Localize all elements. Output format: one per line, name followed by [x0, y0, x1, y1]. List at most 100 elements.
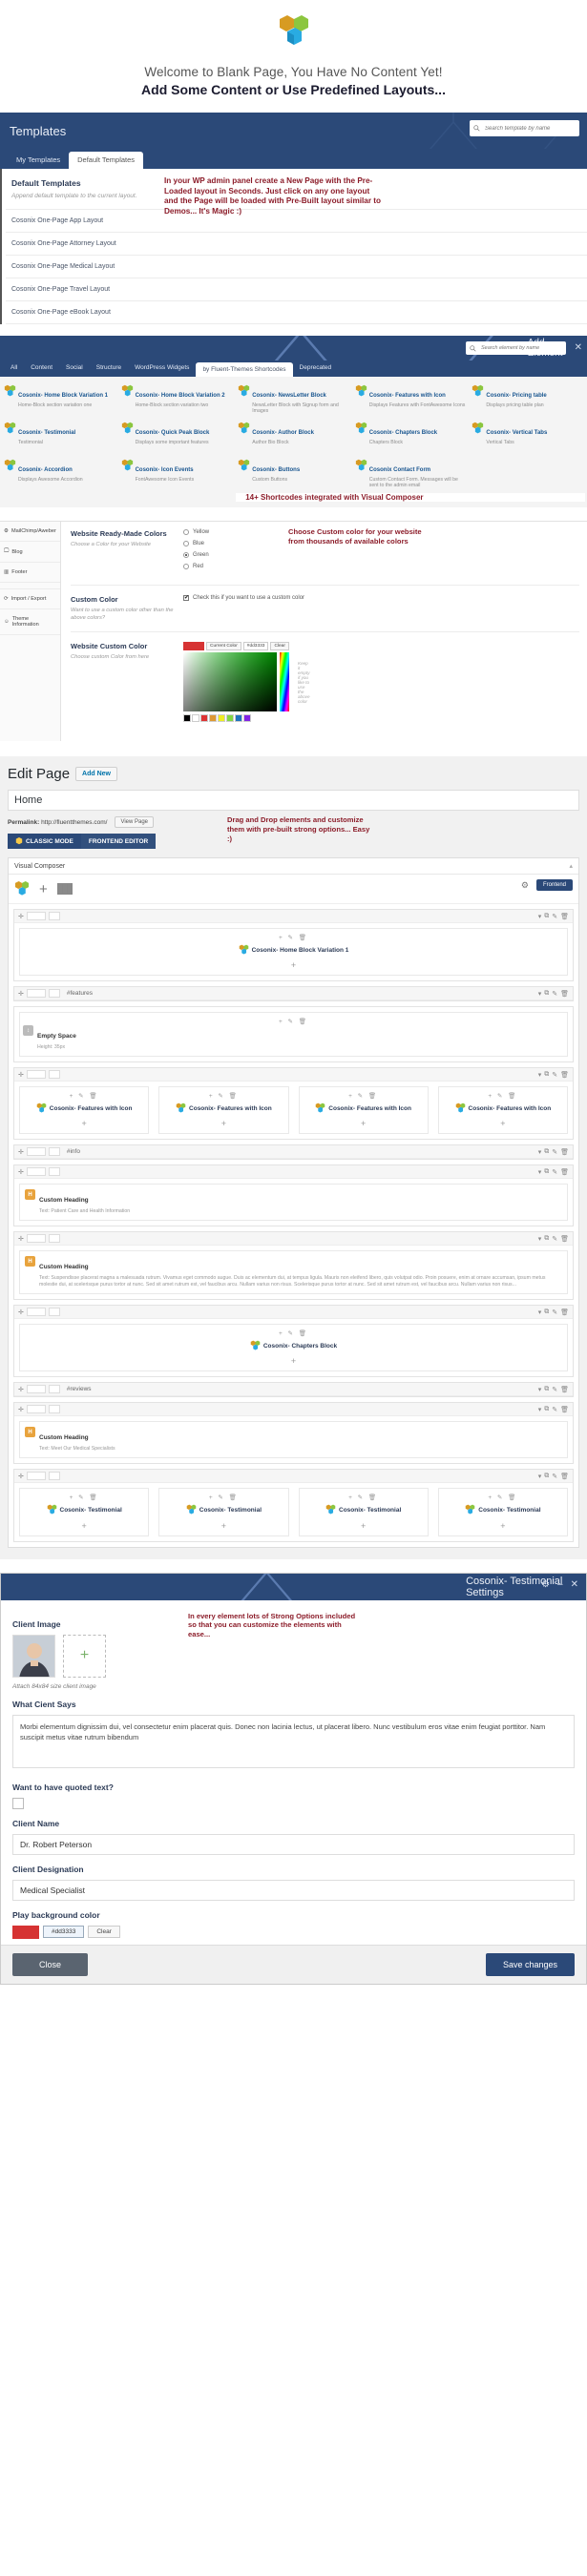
edit-icon[interactable]: ✎	[552, 1168, 557, 1176]
gear-icon[interactable]: ⚙	[521, 880, 529, 891]
clear-color-button[interactable]: Clear	[270, 642, 289, 651]
chevron-down-icon[interactable]: ▾	[538, 1386, 542, 1393]
close-icon[interactable]: ✕	[575, 342, 582, 353]
chevron-down-icon[interactable]: ▾	[538, 1406, 542, 1413]
vc-element[interactable]: + ✎ 🗑 Cosonix- Testimonial +	[437, 1488, 568, 1536]
column-layout-icon[interactable]	[48, 1385, 60, 1394]
column-layout-icon[interactable]	[48, 912, 60, 921]
copy-icon[interactable]: ⧉	[544, 1235, 549, 1243]
shortcode-item[interactable]: Cosonix- Home Block Variation 1 Home-Bloc…	[2, 381, 117, 418]
vc-element[interactable]: + ✎ 🗑 Cosonix- Testimonial +	[298, 1488, 429, 1536]
template-search-input[interactable]	[483, 124, 576, 133]
edit-icon[interactable]: ✎	[552, 1309, 557, 1316]
element-tools[interactable]: + ✎ 🗑	[303, 1092, 425, 1100]
plus-icon[interactable]: +	[303, 1119, 425, 1128]
chevron-down-icon[interactable]: ▾	[538, 1168, 542, 1176]
client-name-input[interactable]	[12, 1833, 575, 1855]
plus-icon[interactable]: +	[442, 1119, 564, 1128]
vc-element[interactable]: H Custom Heading Text: Suspendisse placera…	[19, 1250, 568, 1295]
client-image-thumbnail[interactable]	[12, 1634, 55, 1678]
column-layout-icon[interactable]	[26, 1385, 46, 1394]
tab-deprecated[interactable]: Deprecated	[293, 361, 339, 377]
save-changes-button[interactable]: Save changes	[485, 1952, 575, 1976]
delete-icon[interactable]: 🗑	[560, 1309, 569, 1316]
column-layout-icon[interactable]	[26, 989, 46, 999]
column-layout-icon[interactable]	[48, 1308, 60, 1317]
template-row[interactable]: Cosonix One-Page Medical Layout	[6, 255, 587, 278]
shortcode-item[interactable]: Cosonix- Vertical Tabs Vertical Tabs	[470, 419, 585, 455]
permalink-url[interactable]: http://fluentthemes.com/	[41, 819, 107, 826]
shortcode-item[interactable]: Cosonix- Chapters Block Chapters Block	[352, 419, 469, 455]
column-layout-icon[interactable]	[26, 1405, 46, 1414]
drag-handle-icon[interactable]: ✛	[18, 990, 24, 998]
shortcode-item[interactable]: Cosonix- Home Block Variation 2 Home-Bloc…	[118, 381, 235, 418]
column-layout-icon[interactable]	[26, 1147, 46, 1157]
color-swatch[interactable]	[200, 714, 208, 723]
column-layout-icon[interactable]	[48, 1234, 60, 1244]
drag-handle-icon[interactable]: ✛	[18, 1235, 24, 1243]
element-tools[interactable]: + ✎ 🗑	[303, 1494, 425, 1501]
delete-icon[interactable]: 🗑	[560, 990, 569, 998]
edit-icon[interactable]: ✎	[552, 1235, 557, 1243]
page-title-input[interactable]: Home	[8, 790, 579, 812]
vc-element[interactable]: + ✎ 🗑 Cosonix- Features with Icon +	[19, 1086, 150, 1135]
view-page-button[interactable]: View Page	[115, 816, 155, 829]
shortcode-item[interactable]: Cosonix- Testimonial Testimonial	[2, 419, 117, 455]
tab-fluent-themes-shortcodes[interactable]: by Fluent-Themes Shortcodes	[196, 362, 293, 377]
copy-icon[interactable]: ⧉	[544, 1309, 549, 1316]
chevron-down-icon[interactable]: ▾	[538, 1309, 542, 1316]
element-tools[interactable]: + ✎ 🗑	[23, 1494, 145, 1501]
classic-mode-button[interactable]: CLASSIC MODE	[8, 834, 81, 850]
chevron-down-icon[interactable]: ▾	[538, 913, 542, 920]
column-layout-icon[interactable]	[48, 1147, 60, 1157]
template-search[interactable]	[470, 120, 579, 136]
element-tools[interactable]: + ✎ 🗑	[162, 1092, 284, 1100]
radio-green[interactable]: Green	[183, 552, 579, 558]
color-swatch[interactable]	[183, 714, 191, 723]
delete-icon[interactable]: 🗑	[560, 1148, 569, 1156]
tab-all[interactable]: All	[4, 361, 24, 377]
template-row[interactable]: Cosonix One-Page Travel Layout	[6, 278, 587, 300]
copy-icon[interactable]: ⧉	[544, 1473, 549, 1480]
color-swatch[interactable]	[226, 714, 234, 723]
shortcode-item[interactable]: Cosonix- Features with Icon Displays Feat…	[352, 381, 469, 418]
column-layout-icon[interactable]	[48, 1405, 60, 1414]
column-layout-icon[interactable]	[26, 1308, 46, 1317]
plus-icon[interactable]: +	[162, 1119, 284, 1128]
tab-social[interactable]: Social	[59, 361, 90, 377]
plus-icon[interactable]: +	[23, 960, 564, 970]
edit-icon[interactable]: ✎	[552, 1406, 557, 1413]
color-picker[interactable]: Current Color #dd3333 Clear Keep it empt…	[183, 642, 310, 723]
drag-handle-icon[interactable]: ✛	[18, 1168, 24, 1176]
plus-icon[interactable]: +	[162, 1521, 284, 1531]
what-client-says-textarea[interactable]: Morbi elementum dignissim dui, vel conse…	[12, 1714, 575, 1768]
vc-element[interactable]: + ✎ 🗑 Cosonix- Testimonial +	[19, 1488, 150, 1536]
frontend-button[interactable]: Frontend	[535, 879, 573, 892]
add-new-button[interactable]: Add New	[75, 767, 117, 782]
element-tools[interactable]: + ✎ 🗑	[23, 1329, 564, 1337]
drag-handle-icon[interactable]: ✛	[18, 1473, 24, 1480]
delete-icon[interactable]: 🗑	[560, 913, 569, 920]
drag-handle-icon[interactable]: ✛	[18, 913, 24, 920]
shortcode-item[interactable]: Cosonix- Buttons Custom Buttons	[236, 456, 351, 492]
close-button[interactable]: Close	[12, 1952, 89, 1976]
column-layout-icon[interactable]	[48, 989, 60, 999]
plus-icon[interactable]: +	[303, 1521, 425, 1531]
close-icon[interactable]: ✕	[571, 1579, 578, 1590]
add-image-button[interactable]: +	[63, 1634, 106, 1678]
chevron-down-icon[interactable]: ▾	[538, 1071, 542, 1079]
drag-handle-icon[interactable]: ✛	[18, 1309, 24, 1316]
gear-icon[interactable]: ⚙	[541, 1579, 550, 1590]
drag-handle-icon[interactable]: ✛	[18, 1406, 24, 1413]
copy-icon[interactable]: ⧉	[544, 1168, 549, 1176]
sidebar-item-import-export[interactable]: ⟳ Import / Export	[0, 588, 60, 609]
element-search-input[interactable]	[479, 344, 562, 352]
copy-icon[interactable]: ⧉	[544, 990, 549, 998]
copy-icon[interactable]: ⧉	[544, 913, 549, 920]
hue-slider[interactable]	[280, 652, 289, 712]
column-layout-icon[interactable]	[26, 1472, 46, 1481]
edit-icon[interactable]: ✎	[552, 1473, 557, 1480]
sidebar-item-blog[interactable]: 🖵 Blog	[0, 542, 60, 563]
column-layout-icon[interactable]	[26, 1234, 46, 1244]
column-layout-icon[interactable]	[48, 1167, 60, 1177]
